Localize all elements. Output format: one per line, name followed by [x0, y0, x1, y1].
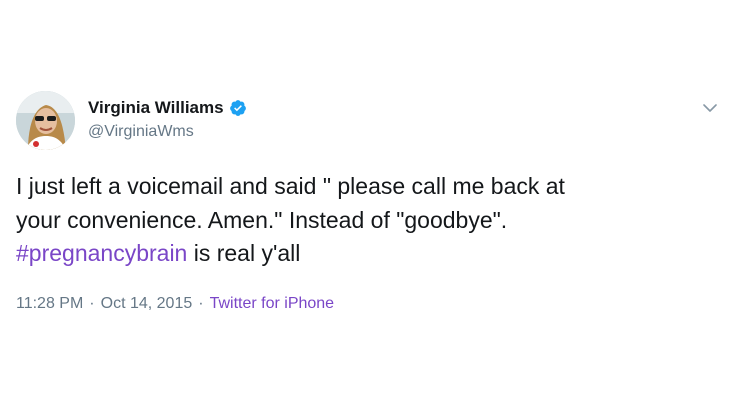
tweet-text-line-1: I just left a voicemail and said " pleas…: [16, 173, 565, 199]
tweet-date[interactable]: Oct 14, 2015: [101, 295, 193, 313]
avatar-image: [16, 91, 75, 150]
chevron-down-icon[interactable]: [703, 100, 717, 112]
tweet-source-link[interactable]: Twitter for iPhone: [210, 295, 335, 313]
hashtag-link[interactable]: #pregnancybrain: [16, 240, 187, 266]
tweet-meta: 11:28 PM · Oct 14, 2015 · Twitter for iP…: [16, 295, 334, 313]
tweet-text-line-2: your convenience. Amen." Instead of "goo…: [16, 206, 508, 233]
author-display-name[interactable]: Virginia Williams: [88, 98, 224, 118]
tweet-time[interactable]: 11:28 PM: [16, 295, 83, 313]
avatar[interactable]: [16, 91, 75, 150]
meta-separator: ·: [89, 295, 95, 312]
tweet-card: Virginia Williams @VirginiaWms I just le…: [0, 0, 737, 415]
meta-separator: ·: [198, 295, 204, 312]
tweet-text: I just left a voicemail and said " pleas…: [16, 170, 706, 271]
tweet-text-line-3: #pregnancybrain is real y'all: [16, 237, 706, 271]
author-handle[interactable]: @VirginiaWms: [88, 123, 194, 141]
author-row[interactable]: Virginia Williams: [88, 98, 247, 118]
verified-badge-icon: [229, 99, 247, 117]
tweet-text-tail: is real y'all: [187, 240, 301, 266]
